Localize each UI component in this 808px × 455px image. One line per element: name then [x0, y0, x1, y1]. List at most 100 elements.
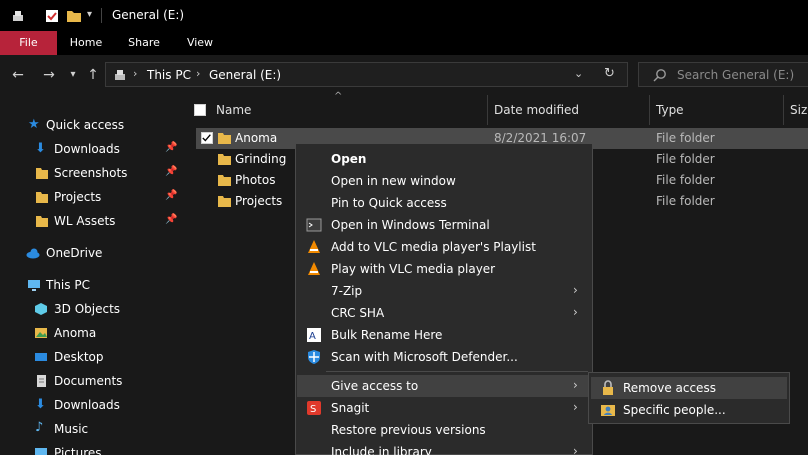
tab-file[interactable]: File — [0, 31, 57, 55]
defender-shield-icon — [308, 350, 320, 364]
search-placeholder: Search General (E:) — [677, 68, 795, 82]
nav-item-label: Documents — [54, 374, 123, 388]
submenu-arrow-icon: › — [573, 378, 578, 392]
breadcrumb-general-drive[interactable]: General (E:) — [209, 68, 281, 82]
menu-item-vlc-playlist[interactable]: Add to VLC media player's Playlist — [297, 236, 592, 258]
nav-this-pc-label: This PC — [46, 278, 90, 292]
new-folder-icon[interactable] — [66, 8, 82, 24]
nav-item-music[interactable]: ♪ Music — [0, 417, 182, 441]
file-type: File folder — [656, 173, 715, 187]
menu-item-label: Scan with Microsoft Defender... — [331, 350, 518, 364]
row-checkbox[interactable] — [201, 132, 213, 144]
nav-item-label: 3D Objects — [54, 302, 121, 316]
terminal-icon — [306, 218, 322, 232]
download-arrow-icon: ⬇ — [35, 397, 46, 412]
pin-icon[interactable]: 📌 — [165, 214, 177, 225]
tab-view[interactable]: View — [178, 31, 222, 55]
menu-item-vlc-play[interactable]: Play with VLC media player — [297, 258, 592, 280]
up-arrow-icon[interactable]: ↑ — [85, 67, 101, 83]
explorer-app-icon[interactable] — [10, 8, 26, 24]
people-icon — [601, 405, 615, 416]
menu-item-specific-people[interactable]: Specific people... — [591, 399, 787, 421]
pin-icon[interactable]: 📌 — [165, 190, 177, 201]
file-name: Anoma — [235, 131, 278, 145]
menu-item-label: Remove access — [623, 381, 716, 395]
nav-item-label: Pictures — [54, 446, 102, 455]
back-arrow-icon[interactable]: ← — [10, 67, 26, 83]
menu-item-label: Include in library — [331, 445, 432, 455]
menu-item-restore-versions[interactable]: Restore previous versions — [297, 419, 592, 441]
vlc-icon — [308, 262, 320, 275]
menu-item-remove-access[interactable]: Remove access — [591, 377, 787, 399]
menu-item-give-access[interactable]: Give access to › — [297, 375, 592, 397]
submenu-arrow-icon: › — [573, 444, 578, 455]
recent-locations-icon[interactable]: ▾ — [65, 67, 81, 83]
nav-item-screenshots[interactable]: Screenshots 📌 — [0, 161, 182, 185]
menu-item-defender-scan[interactable]: Scan with Microsoft Defender... — [297, 346, 592, 368]
search-box[interactable]: Search General (E:) — [638, 62, 808, 87]
file-type: File folder — [656, 152, 715, 166]
column-divider[interactable] — [649, 95, 650, 125]
address-dropdown-icon[interactable]: ⌄ — [574, 67, 583, 80]
tab-home[interactable]: Home — [62, 31, 110, 55]
nav-item-wl-assets[interactable]: WL Assets 📌 — [0, 209, 182, 233]
forward-arrow-icon[interactable]: → — [41, 67, 57, 83]
breadcrumb-separator: › — [133, 67, 138, 80]
nav-item-desktop[interactable]: Desktop — [0, 345, 182, 369]
tab-share[interactable]: Share — [120, 31, 168, 55]
address-bar[interactable]: › This PC › General (E:) ⌄ ↻ — [105, 62, 628, 87]
menu-item-label: CRC SHA — [331, 306, 385, 320]
cloud-icon — [26, 248, 40, 259]
column-divider[interactable] — [783, 95, 784, 125]
column-header-name[interactable]: Name — [216, 103, 251, 117]
folder-icon — [218, 154, 231, 165]
menu-item-include-library[interactable]: Include in library › — [297, 441, 592, 455]
nav-item-downloads-pc[interactable]: ⬇ Downloads — [0, 393, 182, 417]
nav-item-anoma[interactable]: Anoma — [0, 321, 182, 345]
customize-toolbar-icon[interactable]: ▾ — [87, 9, 92, 20]
nav-item-label: Anoma — [54, 326, 97, 340]
nav-item-pictures[interactable]: Pictures — [0, 441, 182, 455]
titlebar-divider — [101, 8, 102, 23]
vlc-icon — [308, 240, 320, 253]
nav-quick-access[interactable]: ★ Quick access — [0, 113, 182, 137]
nav-item-documents[interactable]: Documents — [0, 369, 182, 393]
refresh-icon[interactable]: ↻ — [604, 66, 615, 81]
column-divider[interactable] — [487, 95, 488, 125]
menu-item-open-terminal[interactable]: Open in Windows Terminal — [297, 214, 592, 236]
properties-icon[interactable] — [44, 8, 60, 24]
menu-item-bulk-rename[interactable]: A Bulk Rename Here — [297, 324, 592, 346]
nav-item-projects[interactable]: Projects 📌 — [0, 185, 182, 209]
context-menu: Open Open in new window Pin to Quick acc… — [295, 143, 593, 455]
nav-item-label: Downloads — [54, 142, 120, 156]
nav-onedrive[interactable]: OneDrive — [0, 241, 182, 265]
menu-item-label: Restore previous versions — [331, 423, 486, 437]
column-header-date-modified[interactable]: Date modified — [494, 103, 579, 117]
breadcrumb-this-pc[interactable]: This PC — [147, 68, 191, 82]
select-all-checkbox[interactable] — [194, 104, 206, 116]
menu-item-crc-sha[interactable]: CRC SHA › — [297, 302, 592, 324]
file-name: Photos — [235, 173, 276, 187]
pin-icon[interactable]: 📌 — [165, 166, 177, 177]
pin-icon[interactable]: 📌 — [165, 142, 177, 153]
nav-item-3d-objects[interactable]: 3D Objects — [0, 297, 182, 321]
file-type: File folder — [656, 194, 715, 208]
nav-item-downloads[interactable]: ⬇ Downloads 📌 — [0, 137, 182, 161]
menu-item-snagit[interactable]: S Snagit › — [297, 397, 592, 419]
column-header-size[interactable]: Size — [790, 103, 808, 117]
file-name: Projects — [235, 194, 283, 208]
give-access-submenu: Remove access Specific people... — [588, 372, 790, 424]
menu-item-pin-quick-access[interactable]: Pin to Quick access — [297, 192, 592, 214]
nav-item-label: Downloads — [54, 398, 120, 412]
svg-text:A: A — [309, 331, 316, 342]
menu-item-7zip[interactable]: 7-Zip › — [297, 280, 592, 302]
nav-onedrive-label: OneDrive — [46, 246, 103, 260]
menu-item-label: Add to VLC media player's Playlist — [331, 240, 536, 254]
column-header-type[interactable]: Type — [656, 103, 684, 117]
nav-this-pc[interactable]: This PC — [0, 273, 182, 297]
pictures-icon — [35, 448, 47, 455]
folder-icon — [218, 133, 231, 144]
menu-item-open[interactable]: Open — [297, 148, 592, 170]
submenu-arrow-icon: › — [573, 283, 578, 297]
menu-item-open-new-window[interactable]: Open in new window — [297, 170, 592, 192]
